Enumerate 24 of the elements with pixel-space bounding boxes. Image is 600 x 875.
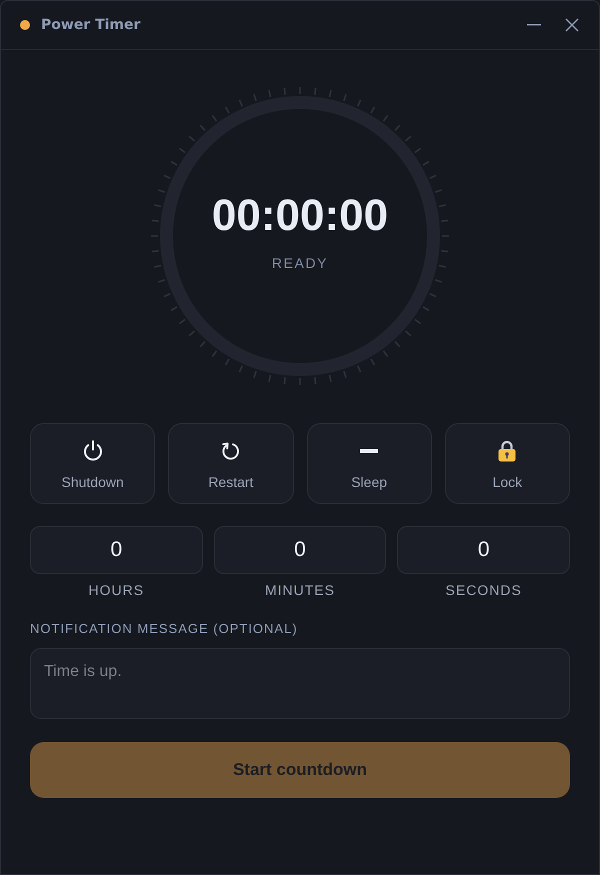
message-field[interactable]: Time is up. bbox=[30, 648, 570, 719]
number-field[interactable]: 0 bbox=[30, 526, 203, 574]
mode-button[interactable]: Sleep bbox=[306, 423, 432, 504]
field-label: SECONDS bbox=[446, 582, 522, 599]
status-dot-icon bbox=[20, 20, 30, 30]
timer-display: 00:00:00 bbox=[212, 194, 388, 238]
close-icon bbox=[565, 18, 579, 32]
power-icon bbox=[82, 440, 103, 461]
minimize-icon bbox=[527, 24, 541, 26]
timer-status: READY bbox=[272, 256, 328, 270]
dash-icon bbox=[360, 448, 378, 452]
window-title: Power Timer bbox=[41, 16, 140, 34]
number-field[interactable]: 0 bbox=[397, 526, 570, 574]
number-field[interactable]: 0 bbox=[214, 526, 386, 574]
minimize-button[interactable] bbox=[527, 24, 541, 26]
mode-button[interactable]: Restart bbox=[168, 423, 294, 504]
circular-arrow-icon bbox=[222, 441, 240, 460]
field-label: MINUTES bbox=[264, 582, 335, 599]
field-label: HOURS bbox=[88, 582, 144, 599]
mode-button[interactable]: Lock bbox=[444, 423, 570, 504]
message-label: NOTIFICATION MESSAGE (OPTIONAL) bbox=[30, 620, 298, 636]
padlock-icon bbox=[498, 440, 516, 462]
mode-button[interactable]: Shutdown bbox=[30, 423, 156, 504]
close-button[interactable] bbox=[565, 18, 579, 32]
